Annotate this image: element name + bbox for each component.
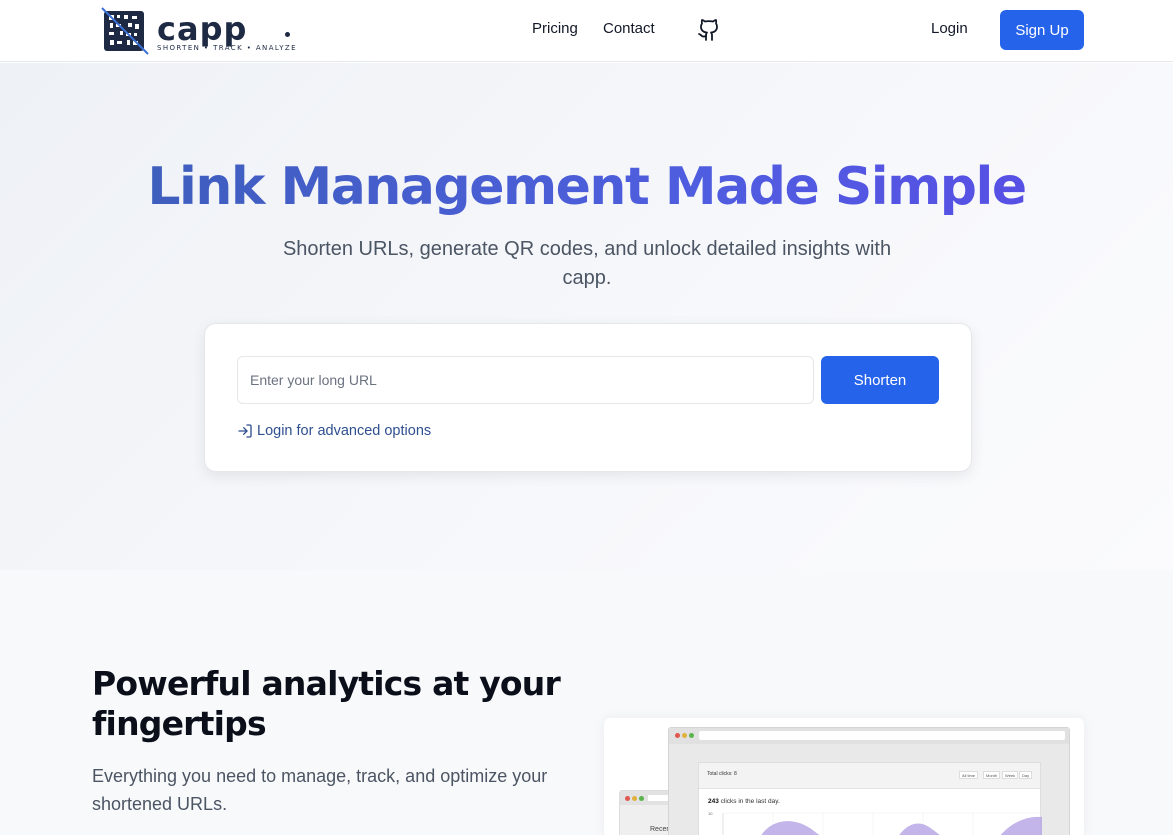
preview-area-fill [761, 816, 1042, 835]
logo-text: capp [157, 10, 248, 48]
hero-subtitle: Shorten URLs, generate QR codes, and unl… [282, 238, 892, 289]
preview-tab-week: Week [1002, 771, 1019, 779]
preview-area-chart: 10 [708, 811, 1042, 835]
features-section: Powerful analytics at your fingertips Ev… [0, 570, 1173, 835]
preview-tab-month: Month [983, 771, 1001, 779]
github-icon[interactable] [697, 18, 721, 42]
preview-total-clicks: Total clicks: 8 [707, 771, 737, 777]
preview-tab-day: Day [1019, 771, 1033, 779]
site-header: capp SHORTEN • TRACK • ANALYZE Pricing C… [0, 0, 1173, 62]
logo[interactable]: capp SHORTEN • TRACK • ANALYZE [100, 6, 300, 56]
advanced-options-label: Login for advanced options [257, 423, 432, 439]
advanced-options-link[interactable]: Login for advanced options [237, 421, 431, 441]
preview-tab-all-time: All time [959, 771, 979, 779]
preview-main-window: Total clicks: 8 All time Month Week Day … [668, 727, 1070, 835]
features-title: Powerful analytics at your fingertips [92, 664, 561, 743]
preview-clicks-summary: 243 clicks in the last day. [708, 798, 780, 805]
shorten-button[interactable]: Shorten [821, 356, 939, 404]
preview-dashboard-header: Total clicks: 8 All time Month Week Day [699, 763, 1040, 789]
long-url-input[interactable] [237, 356, 814, 404]
features-description: Everything you need to manage, track, an… [92, 766, 548, 814]
logo-mark-icon [101, 7, 149, 55]
preview-titlebar [669, 728, 1069, 744]
login-arrow-icon [238, 424, 252, 438]
nav-pricing-link[interactable]: Pricing [532, 20, 578, 37]
nav-contact-link[interactable]: Contact [603, 20, 655, 37]
logo-dot [285, 32, 290, 37]
preview-dashboard: Total clicks: 8 All time Month Week Day … [698, 762, 1042, 835]
signup-button[interactable]: Sign Up [1000, 10, 1084, 50]
hero-section: Link Management Made Simple Shorten URLs… [0, 63, 1173, 570]
preview-clicks-label: clicks in the last day. [720, 798, 780, 805]
logo-tagline: SHORTEN • TRACK • ANALYZE [157, 44, 297, 52]
hero-title: Link Management Made Simple [0, 155, 1173, 219]
shorten-card: Shorten Login for advanced options [204, 323, 972, 472]
preview-axis-tick: 10 [708, 811, 713, 816]
preview-clicks-count: 243 [708, 798, 719, 805]
login-link[interactable]: Login [931, 20, 968, 37]
